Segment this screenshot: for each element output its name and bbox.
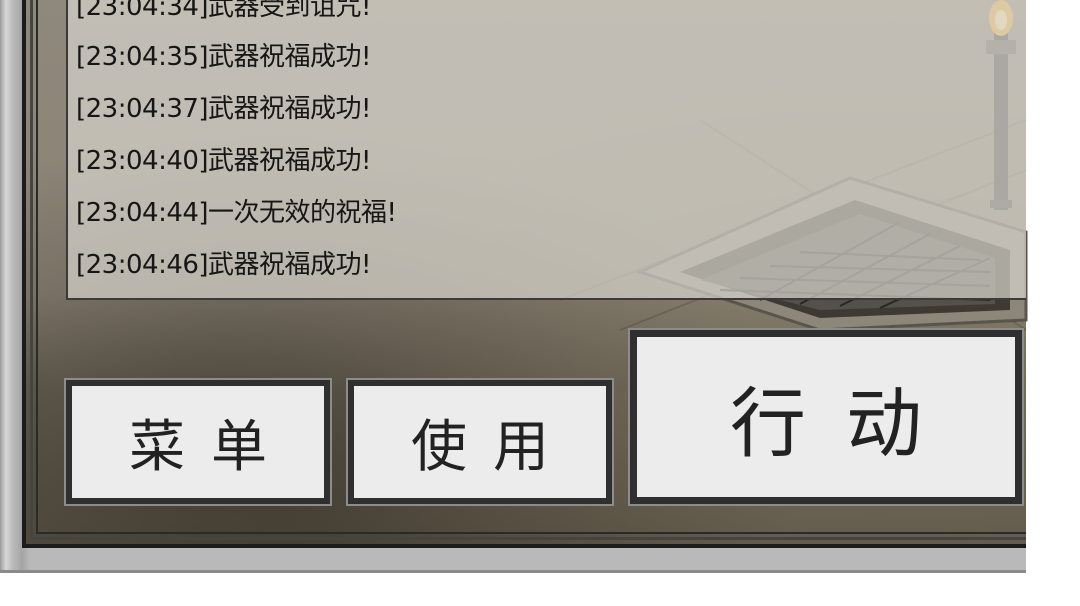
log-line: [23:04:37]武器祝福成功! [76,94,371,124]
log-line: [23:04:46]武器祝福成功! [76,250,371,280]
use-button-label: 使用 [411,414,575,480]
menu-button-label: 菜单 [129,414,293,480]
action-button-label: 行动 [730,379,962,468]
use-button[interactable]: 使用 [346,378,614,506]
log-line: [23:04:35]武器祝福成功! [76,42,371,72]
message-log: [23:04:34]武器受到诅咒! [23:04:35]武器祝福成功! [23:… [66,0,1026,300]
log-line: [23:04:44]一次无效的祝福! [76,198,397,228]
log-line: [23:04:40]武器祝福成功! [76,146,371,176]
log-line: [23:04:34]武器受到诅咒! [76,0,371,22]
menu-button[interactable]: 菜单 [64,378,332,506]
action-button[interactable]: 行动 [628,328,1024,506]
